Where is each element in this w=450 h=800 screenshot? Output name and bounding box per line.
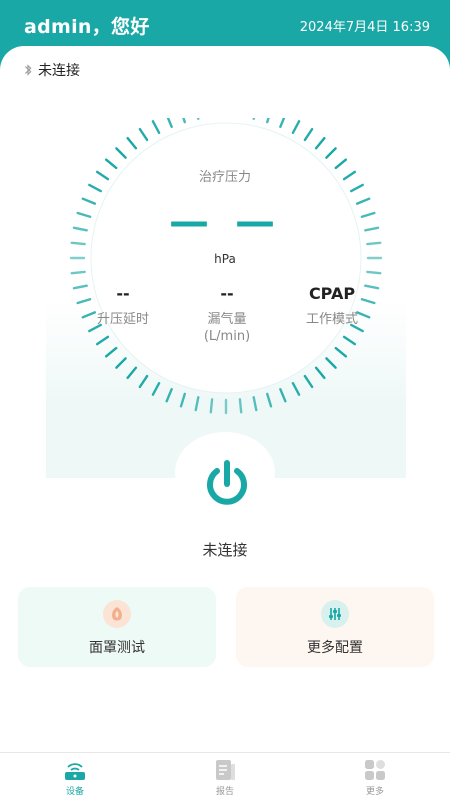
dial-tick [266, 118, 270, 124]
dial-tick [291, 382, 301, 396]
dial-tick [238, 398, 243, 414]
dial-tick [95, 335, 110, 346]
leak-value: -- [220, 284, 234, 303]
mask-test-label: 面罩测试 [89, 640, 145, 656]
greeting-text: admin，您好 [24, 16, 150, 38]
sliders-icon [321, 600, 349, 628]
dial-tick [88, 183, 102, 193]
more-config-button[interactable]: 更多配置 [236, 587, 434, 667]
tab-device-label: 设备 [65, 787, 84, 797]
dial-tick [138, 127, 149, 142]
mask-icon [103, 600, 131, 628]
ramp-delay-value: -- [116, 284, 130, 303]
dial-tick [366, 241, 382, 246]
dial-tick [126, 366, 138, 380]
grid-icon [365, 760, 385, 780]
datetime-text: 2024年7月4日 16:39 [299, 20, 430, 35]
dial-tick [138, 374, 149, 389]
dial-tick [104, 158, 118, 170]
dial-tick [81, 197, 97, 205]
dial-tick [194, 396, 200, 412]
pressure-unit: hPa [214, 252, 236, 266]
pressure-label: 治疗压力 [198, 170, 251, 185]
dial-tick [334, 158, 348, 170]
tab-device[interactable]: 设备 [35, 759, 115, 797]
dial-tick [151, 382, 161, 396]
dial-tick [70, 241, 86, 246]
dial-tick [360, 211, 376, 218]
bluetooth-status-text: 未连接 [38, 63, 80, 79]
dial-tick [252, 396, 258, 412]
dial-tick [182, 118, 186, 124]
leak-label: 漏气量 [207, 312, 247, 327]
dial-tick [104, 346, 118, 358]
work-mode-label: 工作模式 [305, 312, 358, 327]
dial-tick [334, 346, 348, 358]
connection-status: 未连接 [202, 541, 248, 559]
dial-tick [366, 270, 382, 275]
mask-test-button[interactable]: 面罩测试 [18, 587, 216, 667]
tab-report[interactable]: 报告 [185, 759, 265, 797]
dial-tick [364, 226, 380, 232]
dial-tick [279, 118, 286, 129]
dial-tick [196, 118, 200, 120]
dial-tick [72, 226, 88, 232]
power-button[interactable] [196, 453, 258, 515]
dial-tick [342, 170, 357, 181]
dial-tick [115, 147, 127, 159]
dial-tick [266, 392, 273, 408]
bluetooth-status[interactable]: 未连接 [22, 60, 80, 80]
pressure-value: — — [169, 199, 281, 245]
dial-tick [350, 183, 364, 193]
tab-more-label: 更多 [365, 787, 384, 797]
bluetooth-icon [24, 64, 32, 76]
tab-report-label: 报告 [215, 787, 234, 797]
dial-tick [252, 118, 256, 120]
app-header: admin，您好 2024年7月4日 16:39 [0, 0, 450, 52]
dial-tick [165, 387, 173, 403]
dial-tick [126, 136, 138, 150]
dial-tick [314, 366, 326, 380]
dial-tick [76, 211, 92, 218]
dial-tick [314, 136, 326, 150]
dial-tick [209, 398, 214, 414]
work-mode-value: CPAP [308, 284, 356, 303]
pressure-dial [69, 118, 383, 415]
bottom-tab-bar: 设备 报告 更多 [0, 752, 450, 800]
ramp-delay-label: 升压延时 [96, 312, 149, 327]
dial-tick [166, 118, 173, 129]
dial-tick [325, 147, 337, 159]
dial-tick [303, 127, 314, 142]
dial-tick [70, 270, 86, 275]
power-icon [207, 460, 247, 505]
dial-tick [95, 170, 110, 181]
dial-tick [179, 392, 186, 408]
dial-tick [115, 357, 127, 369]
device-icon [65, 763, 85, 780]
dial-tick [151, 120, 161, 134]
dial-tick [291, 120, 301, 134]
tab-more[interactable]: 更多 [335, 759, 415, 797]
dial-tick [342, 335, 357, 346]
dial-tick [325, 357, 337, 369]
dial-tick [355, 197, 371, 205]
dial-tick [279, 387, 287, 403]
more-config-label: 更多配置 [307, 640, 363, 656]
dial-tick [303, 374, 314, 389]
leak-unit: (L/min) [203, 329, 251, 344]
report-icon [216, 760, 235, 780]
